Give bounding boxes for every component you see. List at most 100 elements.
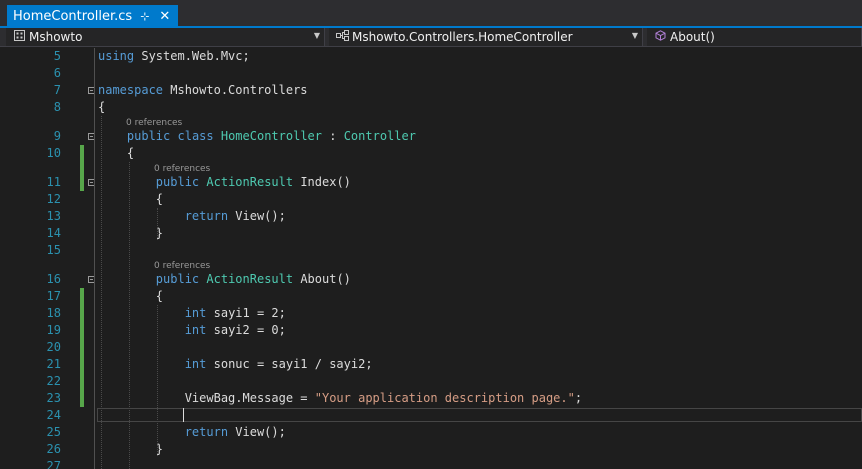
code-line: 5 using System.Web.Mvc; [0,48,862,65]
code-text[interactable]: int sayi1 = 2; [98,305,286,322]
line-number: 6 [53,66,61,80]
code-line: 9 public class HomeController : Controll… [0,128,862,145]
code-text[interactable]: return View(); [98,208,286,225]
line-number: 9 [53,129,61,143]
code-text[interactable]: { [98,191,163,208]
line-number: 10 [46,146,61,160]
method-icon [653,30,667,44]
keyword-token: return [184,209,229,223]
indent-guide [129,162,130,469]
code-text[interactable]: public class HomeController : Controller [98,128,416,145]
change-marker [80,288,84,407]
plain-token: : [322,129,344,143]
line-number: 24 [46,408,61,422]
pin-icon[interactable]: ⊹ [140,10,149,23]
type-token: ActionResult [206,272,294,286]
keyword-token: public [155,272,200,286]
chevron-down-icon: ▼ [631,31,638,40]
code-text[interactable]: ViewBag.Message = "Your application desc… [98,390,582,407]
plain-token: ; [574,391,583,405]
chevron-down-icon: ▼ [313,31,320,40]
code-line: 8{ [0,99,862,116]
code-line: 7 namespace Mshowto.Controllers [0,82,862,99]
line-number: 15 [46,243,61,257]
plain-token: { [98,192,164,206]
line-number: 5 [53,49,61,63]
plain-token: sonuc = sayi1 / sayi2; [206,357,373,371]
line-number: 12 [46,192,61,206]
line-number: 17 [46,289,61,303]
project-label: Mshowto [29,30,83,44]
project-icon [12,30,26,44]
code-editor[interactable]: 5 using System.Web.Mvc; 6 7 namespace Mshowt… [0,46,862,469]
project-dropdown[interactable]: Mshowto ▼ [6,28,325,46]
code-text[interactable]: namespace Mshowto.Controllers [98,82,308,99]
line-number: 26 [46,442,61,456]
keyword-token: public [155,175,200,189]
code-text[interactable]: } [98,441,163,458]
code-text[interactable]: return View(); [98,424,286,441]
keyword-token: public [126,129,171,143]
indent-guide [157,305,158,456]
indent-guide [157,208,158,240]
class-dropdown[interactable]: Mshowto.Controllers.HomeController ▼ [329,28,643,46]
line-number: 20 [46,340,61,354]
tab-bar: HomeController.cs ⊹ ✕ [0,0,862,27]
plain-token: { [98,289,164,303]
navigation-bar: Mshowto ▼ Mshowto.Controllers.HomeContro… [0,28,862,47]
keyword-token: int [184,323,207,337]
close-icon[interactable]: ✕ [159,9,170,24]
line-number: 22 [46,374,61,388]
keyword-token: return [184,425,229,439]
tab-homecontroller[interactable]: HomeController.cs ⊹ ✕ [7,5,179,27]
code-text[interactable]: int sayi2 = 0; [98,322,286,339]
line-number: 11 [46,175,61,189]
plain-token: View(); [228,209,286,223]
current-line-highlight [97,408,862,422]
keyword-token: int [184,306,207,320]
text-caret [183,408,184,422]
line-number: 13 [46,209,61,223]
type-token: ActionResult [206,175,294,189]
plain-token: About() [293,272,351,286]
type-token: HomeController [220,129,323,143]
plain-token: sayi1 = 2; [206,306,286,320]
code-text[interactable]: public ActionResult About() [98,271,351,288]
line-number: 21 [46,357,61,371]
line-number: 19 [46,323,61,337]
member-label: About() [670,30,715,44]
keyword-token: class [177,129,214,143]
code-text[interactable]: } [98,225,163,242]
code-text[interactable]: int sonuc = sayi1 / sayi2; [98,356,373,373]
line-number: 8 [53,100,61,114]
tab-title: HomeController.cs [13,8,133,24]
plain-token: } [98,226,164,240]
line-number: 25 [46,425,61,439]
keyword-token: int [184,357,207,371]
line-number: 23 [46,391,61,405]
code-text[interactable]: using System.Web.Mvc; [98,48,250,65]
plain-token: Index() [293,175,351,189]
code-line: 10 { [0,145,862,162]
plain-token: { [98,146,135,160]
plain-token: Mshowto.Controllers [163,83,308,97]
code-text[interactable]: { [98,288,163,305]
plain-token: } [98,442,164,456]
keyword-token: namespace [98,83,164,97]
member-dropdown[interactable]: About() [647,28,862,46]
line-number: 27 [46,459,61,469]
code-text[interactable]: { [98,99,105,116]
line-number: 16 [46,272,61,286]
code-text[interactable]: { [98,145,134,162]
keyword-token: using [98,49,135,63]
string-token: "Your application description page." [314,391,575,405]
line-number: 7 [53,83,61,97]
code-text[interactable]: public ActionResult Index() [98,174,351,191]
